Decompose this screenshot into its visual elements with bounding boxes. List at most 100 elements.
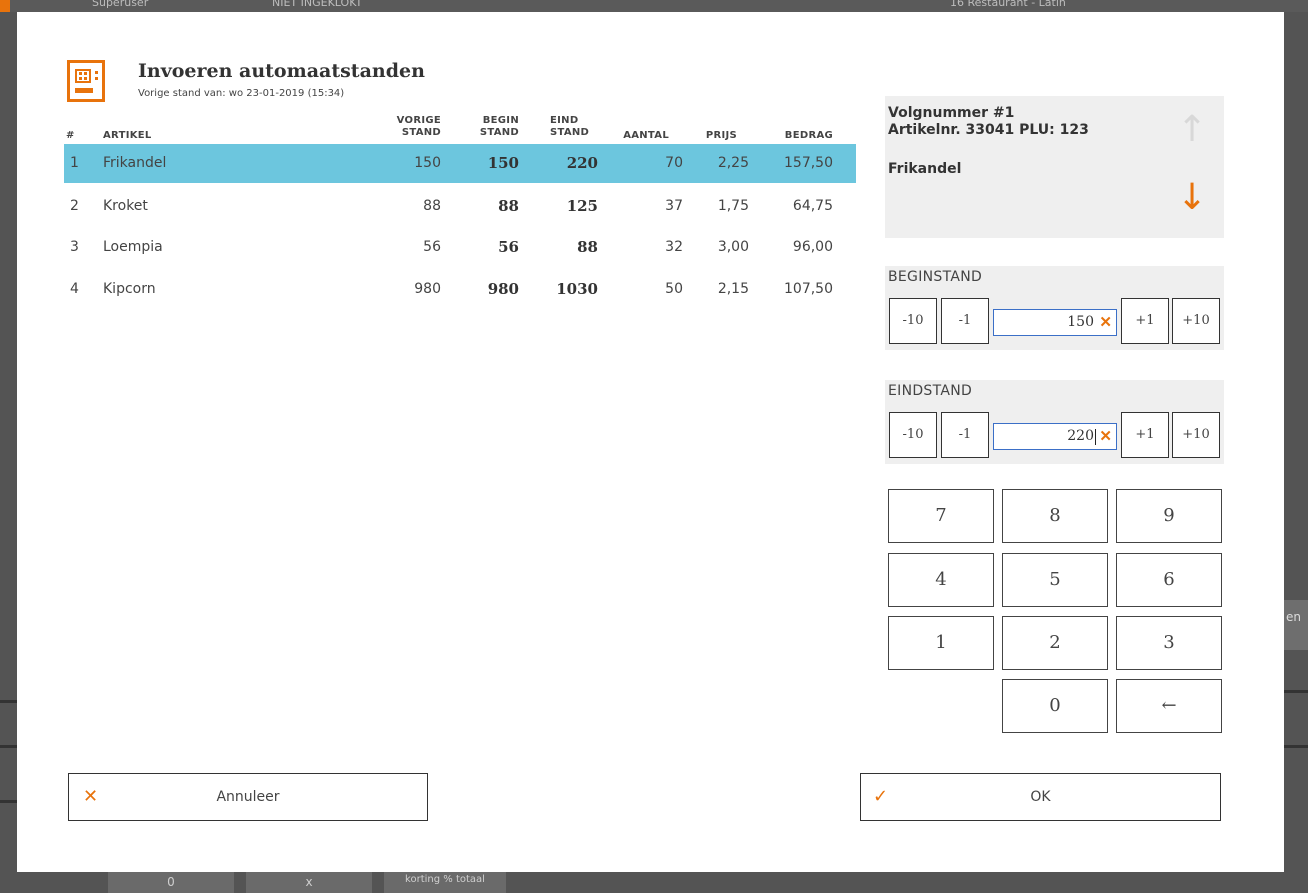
- eindstand-value: 220: [1067, 428, 1094, 444]
- sequence-number: Volgnummer #1: [888, 105, 1015, 121]
- ok-button[interactable]: ✓ OK: [860, 773, 1221, 821]
- background-button-x: x: [246, 872, 372, 893]
- row-bedrag: 64,75: [792, 198, 833, 214]
- row-bedrag: 157,50: [784, 155, 833, 171]
- row-prijs: 3,00: [717, 239, 749, 255]
- column-header-eind: EIND STAND: [550, 115, 590, 138]
- row-artikel: Kroket: [103, 198, 148, 214]
- keypad-3[interactable]: 3: [1116, 616, 1222, 670]
- beginstand-plus10-button[interactable]: +10: [1172, 298, 1220, 344]
- background-divider: [0, 745, 17, 748]
- arrow-up-icon[interactable]: ↑: [1177, 110, 1207, 150]
- background-divider: [0, 700, 17, 703]
- cancel-button[interactable]: ✕ Annuleer: [68, 773, 428, 821]
- keypad-4[interactable]: 4: [888, 553, 994, 607]
- row-vorige: 56: [423, 239, 441, 255]
- keypad-9[interactable]: 9: [1116, 489, 1222, 543]
- background-top-right: 16 Restaurant - Latin: [950, 0, 1066, 9]
- table-row[interactable]: 3 Loempia 56 56 88 32 3,00 96,00: [64, 228, 856, 267]
- background-divider: [1284, 745, 1308, 748]
- keypad-0[interactable]: 0: [1002, 679, 1108, 733]
- row-aantal: 70: [665, 155, 683, 171]
- cancel-label: Annuleer: [216, 789, 280, 805]
- eindstand-plus10-button[interactable]: +10: [1172, 412, 1220, 458]
- background-clock-status: NIET INGEKLOKT: [272, 0, 363, 9]
- row-eind: 220: [566, 154, 598, 172]
- beginstand-minus10-button[interactable]: -10: [889, 298, 937, 344]
- keypad-6[interactable]: 6: [1116, 553, 1222, 607]
- article-info-panel: Volgnummer #1 Artikelnr. 33041 PLU: 123 …: [885, 96, 1224, 238]
- beginstand-minus1-button[interactable]: -1: [941, 298, 989, 344]
- article-number: Artikelnr. 33041 PLU: 123: [888, 122, 1089, 138]
- row-aantal: 37: [665, 198, 683, 214]
- background-divider: [1284, 690, 1308, 693]
- eindstand-label: EINDSTAND: [888, 383, 973, 399]
- background-user-label: Superuser: [92, 0, 149, 9]
- row-vorige: 88: [423, 198, 441, 214]
- background-logo: [0, 0, 10, 12]
- column-header-vorige: VORIGE STAND: [396, 115, 441, 138]
- table-row[interactable]: 1 Frikandel 150 150 220 70 2,25 157,50: [64, 144, 856, 183]
- eindstand-input[interactable]: 220 ✕: [993, 423, 1117, 450]
- column-header-artikel: ARTIKEL: [103, 130, 152, 141]
- background-side-button: en: [1284, 600, 1308, 650]
- row-number: 1: [70, 155, 79, 171]
- row-number: 2: [70, 198, 79, 214]
- keypad-1[interactable]: 1: [888, 616, 994, 670]
- column-header-bedrag: BEDRAG: [784, 130, 833, 141]
- row-number: 3: [70, 239, 79, 255]
- row-vorige: 980: [414, 281, 441, 297]
- clear-icon[interactable]: ✕: [1099, 310, 1112, 335]
- row-begin: 150: [487, 154, 519, 172]
- background-button-discount: korting % totaal: [384, 872, 506, 893]
- clear-icon[interactable]: ✕: [1099, 424, 1112, 449]
- row-artikel: Kipcorn: [103, 281, 156, 297]
- beginstand-plus1-button[interactable]: +1: [1121, 298, 1169, 344]
- text-cursor: [1095, 429, 1096, 445]
- row-eind: 88: [577, 238, 598, 256]
- beginstand-value: 150: [1067, 314, 1094, 330]
- vending-machine-icon: [67, 60, 105, 102]
- row-prijs: 2,15: [717, 281, 749, 297]
- eindstand-minus10-button[interactable]: -10: [889, 412, 937, 458]
- row-aantal: 32: [665, 239, 683, 255]
- eindstand-minus1-button[interactable]: -1: [941, 412, 989, 458]
- ok-label: OK: [1030, 789, 1051, 805]
- keypad-8[interactable]: 8: [1002, 489, 1108, 543]
- table-row[interactable]: 2 Kroket 88 88 125 37 1,75 64,75: [64, 187, 856, 226]
- eindstand-plus1-button[interactable]: +1: [1121, 412, 1169, 458]
- arrow-down-icon[interactable]: ↓: [1177, 178, 1207, 218]
- row-bedrag: 107,50: [784, 281, 833, 297]
- dialog-subtitle: Vorige stand van: wo 23-01-2019 (15:34): [138, 88, 345, 99]
- table-row[interactable]: 4 Kipcorn 980 980 1030 50 2,15 107,50: [64, 270, 856, 309]
- row-eind: 125: [566, 197, 598, 215]
- row-begin: 980: [487, 280, 519, 298]
- row-begin: 88: [498, 197, 519, 215]
- row-artikel: Frikandel: [103, 155, 167, 171]
- row-prijs: 1,75: [717, 198, 749, 214]
- column-header-prijs: PRIJS: [705, 130, 737, 141]
- keypad-5[interactable]: 5: [1002, 553, 1108, 607]
- column-header-number: #: [66, 130, 75, 141]
- row-artikel: Loempia: [103, 239, 163, 255]
- keypad-7[interactable]: 7: [888, 489, 994, 543]
- input-dialog: Invoeren automaatstanden Vorige stand va…: [17, 12, 1284, 872]
- dialog-title: Invoeren automaatstanden: [138, 60, 425, 82]
- column-header-begin: BEGIN STAND: [479, 115, 519, 138]
- eindstand-panel: EINDSTAND -10 -1 220 ✕ +1 +10: [885, 380, 1224, 464]
- beginstand-panel: BEGINSTAND -10 -1 150 ✕ +1 +10: [885, 266, 1224, 350]
- row-aantal: 50: [665, 281, 683, 297]
- beginstand-input[interactable]: 150 ✕: [993, 309, 1117, 336]
- background-side-label: en: [1286, 610, 1301, 624]
- background-divider: [0, 800, 17, 803]
- row-bedrag: 96,00: [792, 239, 833, 255]
- row-vorige: 150: [414, 155, 441, 171]
- keypad-backspace[interactable]: ←: [1116, 679, 1222, 733]
- row-eind: 1030: [556, 280, 598, 298]
- keypad-2[interactable]: 2: [1002, 616, 1108, 670]
- background-topbar: [0, 0, 1308, 12]
- column-header-aantal: AANTAL: [623, 130, 669, 141]
- row-prijs: 2,25: [717, 155, 749, 171]
- article-name: Frikandel: [888, 161, 962, 177]
- beginstand-label: BEGINSTAND: [888, 269, 983, 285]
